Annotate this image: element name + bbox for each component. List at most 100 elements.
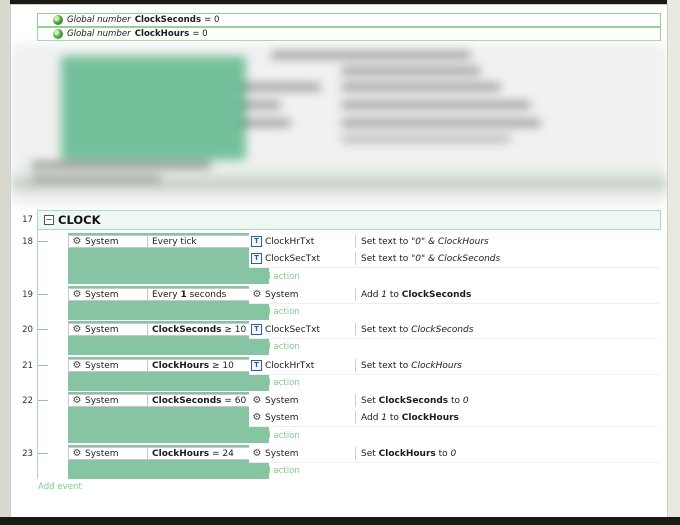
gear-icon: ⚙ bbox=[72, 288, 82, 300]
globe-icon bbox=[53, 15, 63, 25]
condition-object: System bbox=[85, 448, 119, 459]
gear-icon: ⚙ bbox=[72, 235, 82, 247]
condition-row[interactable]: ⚙ System ClockHours = 24 bbox=[68, 447, 269, 460]
action-object: ClockSecTxt bbox=[265, 324, 321, 335]
global-var-value: = 0 bbox=[204, 15, 220, 25]
action-text: Add 1 to ClockHours bbox=[361, 412, 459, 423]
condition-text: Every tick bbox=[152, 236, 197, 247]
event-number: 19 bbox=[22, 290, 33, 300]
add-action-link[interactable]: Add action bbox=[254, 375, 300, 391]
condition-row[interactable]: ⚙ System ClockHours ≥ 10 bbox=[68, 359, 269, 372]
add-action-link[interactable]: Add action bbox=[254, 269, 300, 285]
add-action-link[interactable]: Add action bbox=[254, 304, 300, 320]
action-text: Set text to ClockHours bbox=[361, 360, 462, 371]
event-number: 18 bbox=[22, 237, 33, 247]
window-bottom-edge bbox=[0, 517, 680, 525]
action-object: ClockHrTxt bbox=[265, 360, 315, 371]
condition-text: ClockSeconds ≥ 10 bbox=[152, 324, 247, 335]
condition-object: System bbox=[85, 360, 119, 371]
condition-text: ClockHours ≥ 10 bbox=[152, 360, 234, 371]
event-row[interactable]: ⚙ System ClockSeconds ≥ 10 T ClockSecTxt S… bbox=[48, 321, 659, 355]
event-row[interactable]: ⚙ System Every tick T ClockHrTxt Set text … bbox=[48, 233, 659, 285]
blurred-region bbox=[11, 44, 667, 206]
event-row[interactable]: ⚙ System ClockSeconds = 60 ⚙ System Set Cl… bbox=[48, 392, 659, 444]
window-left-edge bbox=[0, 0, 10, 525]
group-tree-line bbox=[37, 229, 38, 479]
condition-block[interactable]: ⚙ System Every 1 seconds bbox=[68, 286, 269, 320]
global-variable-clockhours[interactable]: Global number ClockHours = 0 bbox=[37, 27, 661, 41]
text-object-icon: T bbox=[251, 253, 262, 264]
tree-connector bbox=[38, 365, 48, 366]
gear-icon: ⚙ bbox=[252, 447, 262, 459]
add-action-link[interactable]: Add action bbox=[254, 339, 300, 355]
tree-connector bbox=[38, 329, 48, 330]
event-row[interactable]: ⚙ System Every 1 seconds ⚙ System Add 1 to… bbox=[48, 286, 659, 320]
event-row[interactable]: ⚙ System ClockHours ≥ 10 T ClockHrTxt Set … bbox=[48, 357, 659, 391]
condition-row[interactable]: ⚙ System ClockSeconds ≥ 10 bbox=[68, 323, 269, 336]
action-object: System bbox=[265, 448, 299, 459]
condition-text: ClockHours = 24 bbox=[152, 448, 234, 459]
collapse-toggle-icon[interactable]: − bbox=[44, 215, 54, 225]
action-row[interactable]: T ClockHrTxt Set text to ClockHours bbox=[249, 357, 659, 375]
action-text: Set text to "0" & ClockHours bbox=[361, 236, 489, 247]
tree-connector bbox=[38, 241, 48, 242]
tree-connector bbox=[38, 453, 48, 454]
action-row[interactable]: T ClockHrTxt Set text to "0" & ClockHours bbox=[249, 233, 659, 251]
action-row[interactable]: T ClockSecTxt Set text to ClockSeconds bbox=[249, 321, 659, 339]
event-number: 17 bbox=[22, 215, 33, 225]
gear-icon: ⚙ bbox=[72, 323, 82, 335]
action-object: System bbox=[265, 412, 299, 423]
condition-object: System bbox=[85, 289, 119, 300]
action-row[interactable]: ⚙ System Add 1 to ClockHours bbox=[249, 409, 659, 427]
condition-text: ClockSeconds = 60 bbox=[152, 395, 247, 406]
event-sheet[interactable]: Global number ClockSeconds = 0 Global nu… bbox=[10, 4, 668, 518]
action-object: ClockHrTxt bbox=[265, 236, 315, 247]
event-number: 22 bbox=[22, 396, 33, 406]
condition-block[interactable]: ⚙ System ClockSeconds = 60 bbox=[68, 392, 269, 443]
action-row[interactable]: ⚙ System Set ClockHours to 0 bbox=[249, 445, 659, 463]
event-number: 20 bbox=[22, 325, 33, 335]
group-title: CLOCK bbox=[58, 213, 101, 227]
gear-icon: ⚙ bbox=[252, 411, 262, 423]
action-row[interactable]: ⚙ System Add 1 to ClockSeconds bbox=[249, 286, 659, 304]
global-var-value: = 0 bbox=[192, 29, 208, 39]
global-var-type: Global number bbox=[67, 15, 131, 25]
condition-block[interactable]: ⚙ System Every tick bbox=[68, 233, 269, 284]
action-text: Add 1 to ClockSeconds bbox=[361, 289, 472, 300]
gear-icon: ⚙ bbox=[252, 394, 262, 406]
action-text: Set ClockHours to 0 bbox=[361, 448, 457, 459]
text-object-icon: T bbox=[251, 360, 262, 371]
action-object: System bbox=[265, 395, 299, 406]
window-right-edge bbox=[667, 0, 680, 525]
event-number: 21 bbox=[22, 361, 33, 371]
global-variable-clockseconds[interactable]: Global number ClockSeconds = 0 bbox=[37, 13, 661, 27]
condition-block[interactable]: ⚙ System ClockSeconds ≥ 10 bbox=[68, 321, 269, 355]
globe-icon bbox=[53, 29, 63, 39]
condition-row[interactable]: ⚙ System Every 1 seconds bbox=[68, 288, 269, 301]
event-group-clock[interactable]: − CLOCK bbox=[37, 210, 661, 230]
action-text: Set text to "0" & ClockSeconds bbox=[361, 253, 501, 264]
condition-object: System bbox=[85, 324, 119, 335]
action-text: Set ClockSeconds to 0 bbox=[361, 395, 469, 406]
action-row[interactable]: ⚙ System Set ClockSeconds to 0 bbox=[249, 392, 659, 410]
tree-connector bbox=[38, 294, 48, 295]
add-event-link[interactable]: Add event bbox=[38, 482, 82, 492]
condition-block[interactable]: ⚙ System ClockHours ≥ 10 bbox=[68, 357, 269, 391]
condition-text: Every 1 seconds bbox=[152, 289, 227, 300]
condition-object: System bbox=[85, 395, 119, 406]
action-object: ClockSecTxt bbox=[265, 253, 321, 264]
add-action-link[interactable]: Add action bbox=[254, 463, 300, 479]
add-action-link[interactable]: Add action bbox=[254, 428, 300, 444]
action-text: Set text to ClockSeconds bbox=[361, 324, 474, 335]
condition-object: System bbox=[85, 236, 119, 247]
text-object-icon: T bbox=[251, 236, 262, 247]
event-row[interactable]: ⚙ System ClockHours = 24 ⚙ System Set Cloc… bbox=[48, 445, 659, 479]
action-object: System bbox=[265, 289, 299, 300]
tree-connector bbox=[38, 400, 48, 401]
action-row[interactable]: T ClockSecTxt Set text to "0" & ClockSeco… bbox=[249, 250, 659, 268]
text-object-icon: T bbox=[251, 324, 262, 335]
condition-row[interactable]: ⚙ System ClockSeconds = 60 bbox=[68, 394, 269, 407]
condition-row[interactable]: ⚙ System Every tick bbox=[68, 235, 269, 248]
condition-block[interactable]: ⚙ System ClockHours = 24 bbox=[68, 445, 269, 479]
gear-icon: ⚙ bbox=[72, 447, 82, 459]
